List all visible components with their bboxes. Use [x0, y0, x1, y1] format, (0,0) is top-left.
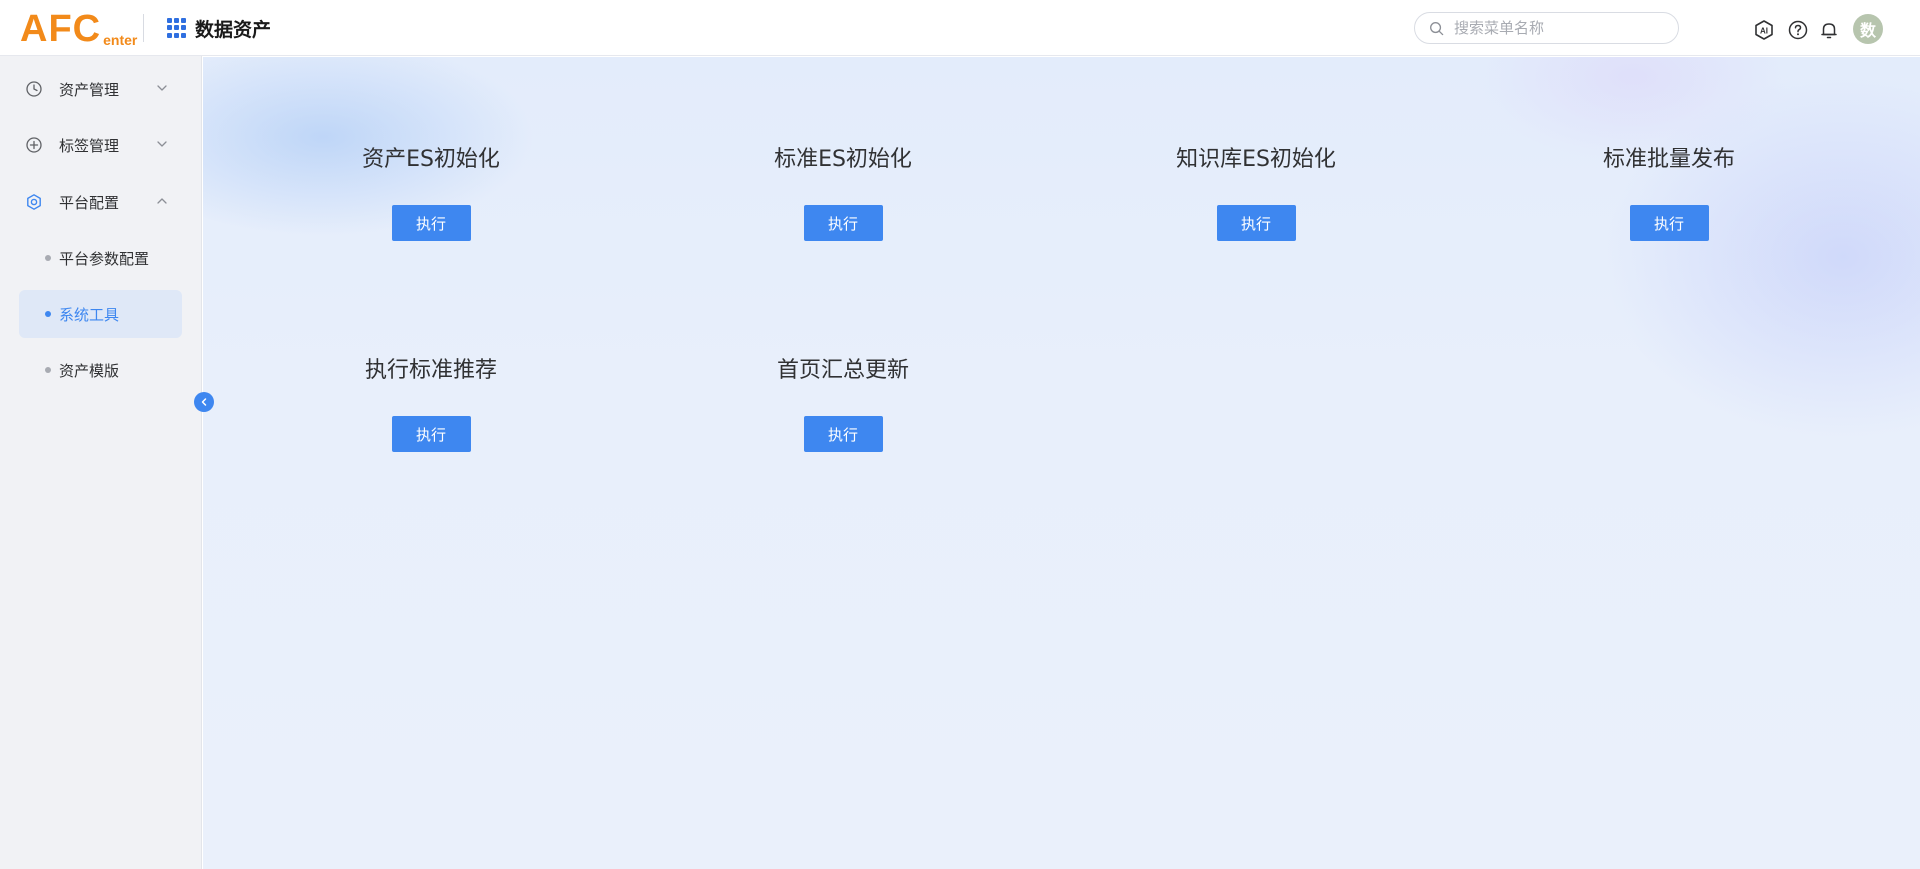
gear-icon [27, 194, 41, 210]
plus-circle-icon [26, 137, 42, 153]
app-switcher[interactable]: 数据资产 [167, 14, 271, 42]
execute-button[interactable]: 执行 [1629, 205, 1709, 241]
tool-card-asset-es-init: 资产ES初始化 执行 [281, 145, 581, 241]
execute-button[interactable]: 执行 [803, 416, 883, 452]
bullet-dot [45, 255, 51, 261]
chevron-up-icon [157, 198, 167, 204]
menu-asset-management[interactable]: 资产管理 [0, 67, 202, 111]
top-header: AFC enter 数据资产 AI [0, 0, 1920, 56]
execute-button[interactable]: 执行 [1216, 205, 1296, 241]
submenu-asset-templates[interactable]: 资产模版 [19, 346, 182, 394]
logo-sub-text: enter [103, 32, 138, 48]
tool-card-standard-recommend: 执行标准推荐 执行 [281, 356, 581, 452]
chevron-down-icon [157, 85, 167, 91]
tool-title: 标准批量发布 [1602, 147, 1735, 172]
app-title: 数据资产 [195, 18, 272, 41]
submenu-system-tools[interactable]: 系统工具 [19, 290, 182, 338]
clock-icon [26, 81, 42, 97]
menu-label: 平台配置 [59, 193, 120, 212]
tool-title: 知识库ES初始化 [1176, 147, 1336, 172]
menu-search[interactable] [1414, 12, 1679, 44]
search-input[interactable] [1454, 19, 1664, 37]
execute-button[interactable]: 执行 [391, 205, 471, 241]
execute-button[interactable]: 执行 [391, 416, 471, 452]
menu-label: 标签管理 [59, 136, 120, 155]
submenu-platform-params[interactable]: 平台参数配置 [19, 234, 182, 282]
tool-card-knowledge-es-init: 知识库ES初始化 执行 [1106, 145, 1406, 241]
user-avatar[interactable]: 数 [1853, 14, 1883, 44]
bullet-dot [45, 311, 51, 317]
app-grid-icon[interactable] [167, 18, 187, 38]
tool-card-standard-es-init: 标准ES初始化 执行 [693, 145, 993, 241]
execute-button[interactable]: 执行 [803, 205, 883, 241]
tool-card-homepage-summary-update: 首页汇总更新 执行 [693, 356, 993, 452]
menu-platform-config[interactable]: 平台配置 [0, 180, 202, 224]
header-divider [143, 14, 144, 42]
help-icon[interactable] [1787, 19, 1809, 41]
tool-title: 首页汇总更新 [776, 358, 909, 383]
tool-title: 标准ES初始化 [774, 147, 912, 172]
bell-icon[interactable] [1818, 19, 1840, 41]
menu-tag-management[interactable]: 标签管理 [0, 123, 202, 167]
search-icon [1430, 21, 1444, 35]
submenu-label: 系统工具 [59, 305, 120, 324]
chevron-left-icon [201, 398, 207, 406]
tool-title: 执行标准推荐 [364, 358, 497, 383]
submenu-label: 平台参数配置 [59, 249, 150, 268]
svg-text:AI: AI [1760, 27, 1768, 36]
sidebar-collapse-button[interactable] [194, 392, 214, 412]
afc-logo[interactable]: AFC enter [20, 8, 137, 48]
ai-icon[interactable]: AI [1753, 19, 1775, 41]
sidebar: 资产管理 标签管理 平台配置 平台参数配置 系统工具 资产模版 [0, 56, 202, 869]
system-tools-panel: 资产ES初始化 执行 标准ES初始化 执行 知识库ES初始化 执行 标准批量发布… [203, 57, 1920, 869]
tool-card-standard-batch-publish: 标准批量发布 执行 [1519, 145, 1819, 241]
tool-title: 资产ES初始化 [362, 147, 500, 172]
bullet-dot [45, 367, 51, 373]
menu-label: 资产管理 [59, 80, 120, 99]
chevron-down-icon [157, 141, 167, 147]
logo-main-text: AFC [20, 8, 102, 50]
submenu-label: 资产模版 [59, 361, 120, 380]
